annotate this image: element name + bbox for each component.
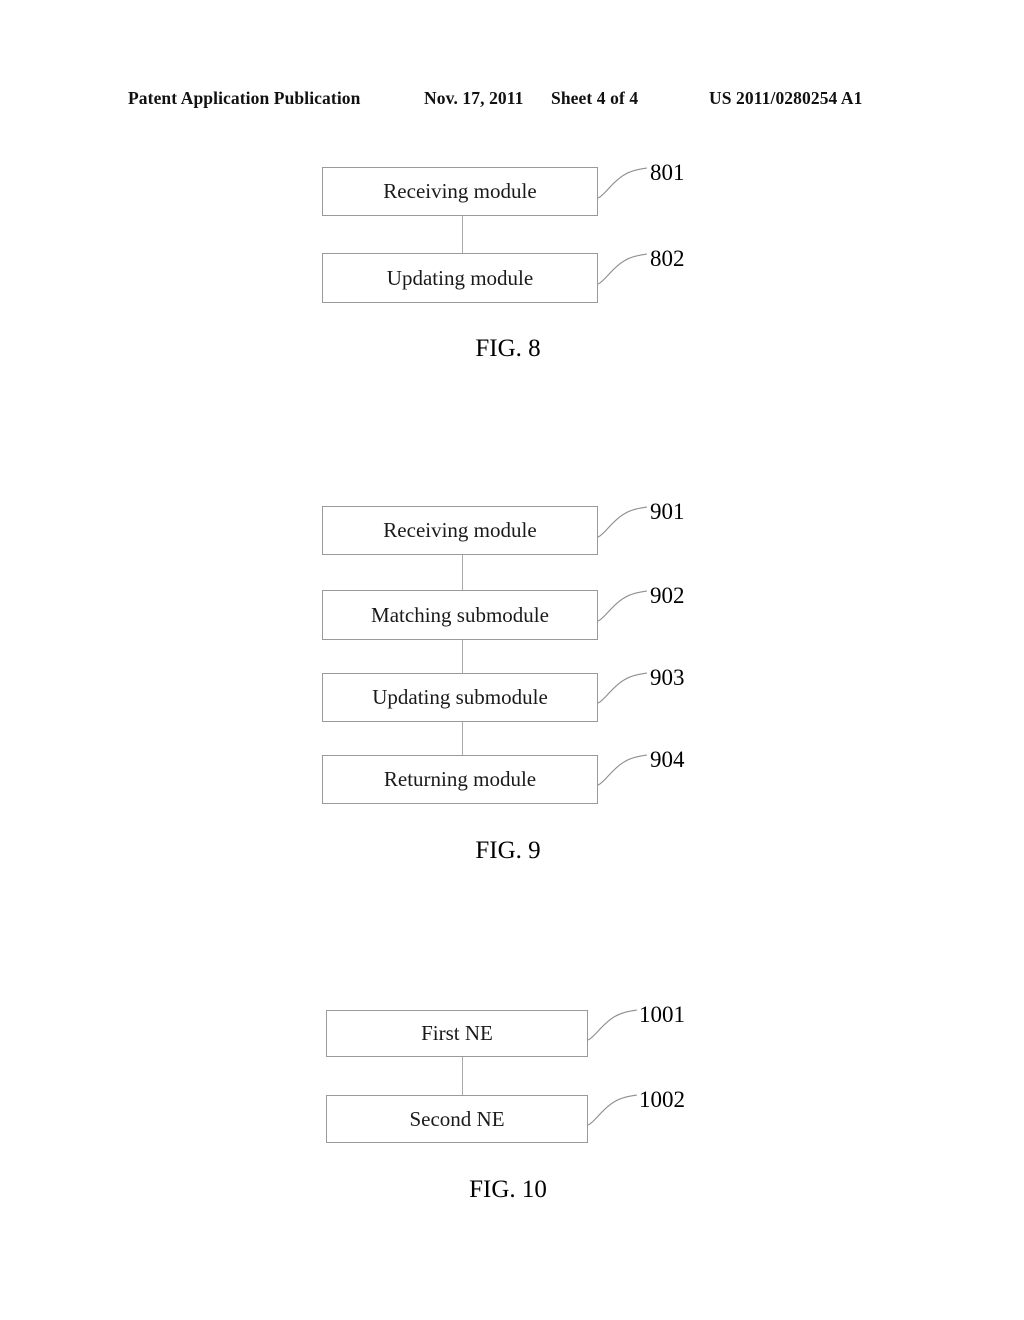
fig10-connector-1001-1002	[462, 1057, 463, 1095]
fig8-caption: FIG. 8	[475, 335, 541, 362]
fig9-leader-line-903	[597, 672, 648, 704]
fig9-node-matching-submodule: Matching submodule	[322, 590, 598, 640]
fig9-node-label-902: Matching submodule	[371, 602, 549, 627]
fig9-leader-line-904	[597, 754, 648, 786]
fig9-node-label-901: Receiving module	[383, 518, 537, 542]
fig8-node-updating-module: Updating module	[322, 253, 598, 303]
header-sheet-number: Sheet 4 of 4	[551, 88, 639, 108]
header-patent-number: US 2011/0280254 A1	[709, 88, 863, 108]
fig10-leader-line-1001	[587, 1009, 638, 1041]
fig9-connector-902-903	[462, 640, 463, 673]
fig8-node-receiving-module: Receiving module	[322, 167, 598, 216]
header-publication-title: Patent Application Publication	[128, 88, 361, 108]
fig8-node-label-802: Updating module	[386, 265, 534, 290]
fig9-reference-numeral-902: 902	[650, 583, 685, 608]
fig9-node-receiving-module: Receiving module	[322, 506, 598, 555]
fig10-node-first-ne: First NE	[326, 1010, 588, 1057]
header-publication-date: Nov. 17, 2011	[424, 88, 524, 108]
fig9-connector-901-902	[462, 555, 463, 590]
patent-drawing-page: Patent Application Publication Nov. 17, …	[0, 0, 1024, 1320]
fig10-reference-numeral-1002: 1002	[639, 1087, 685, 1112]
fig10-node-label-1002: Second NE	[409, 1106, 505, 1131]
fig9-caption: FIG. 9	[475, 837, 541, 864]
fig8-reference-numeral-801: 801	[650, 160, 685, 185]
fig10-leader-line-1002	[587, 1094, 638, 1126]
fig10-caption: FIG. 10	[469, 1176, 547, 1203]
fig10-node-second-ne: Second NE	[326, 1095, 588, 1143]
fig9-leader-line-902	[597, 590, 648, 622]
fig8-reference-numeral-802: 802	[650, 246, 685, 271]
fig9-connector-903-904	[462, 722, 463, 755]
fig9-node-label-903: Updating submodule	[372, 685, 548, 709]
fig9-node-label-904: Returning module	[383, 767, 537, 791]
fig8-connector-801-802	[462, 216, 463, 253]
fig8-leader-line-801	[597, 167, 648, 199]
fig9-leader-line-901	[597, 506, 648, 538]
fig10-node-label-1001: First NE	[421, 1021, 493, 1045]
fig9-node-returning-module: Returning module	[322, 755, 598, 804]
fig9-node-updating-submodule: Updating submodule	[322, 673, 598, 722]
fig9-reference-numeral-904: 904	[650, 747, 685, 772]
fig8-node-label-801: Receiving module	[383, 179, 537, 203]
fig10-reference-numeral-1001: 1001	[639, 1002, 685, 1027]
fig9-reference-numeral-903: 903	[650, 665, 685, 690]
fig8-leader-line-802	[597, 253, 648, 285]
fig9-reference-numeral-901: 901	[650, 499, 685, 524]
